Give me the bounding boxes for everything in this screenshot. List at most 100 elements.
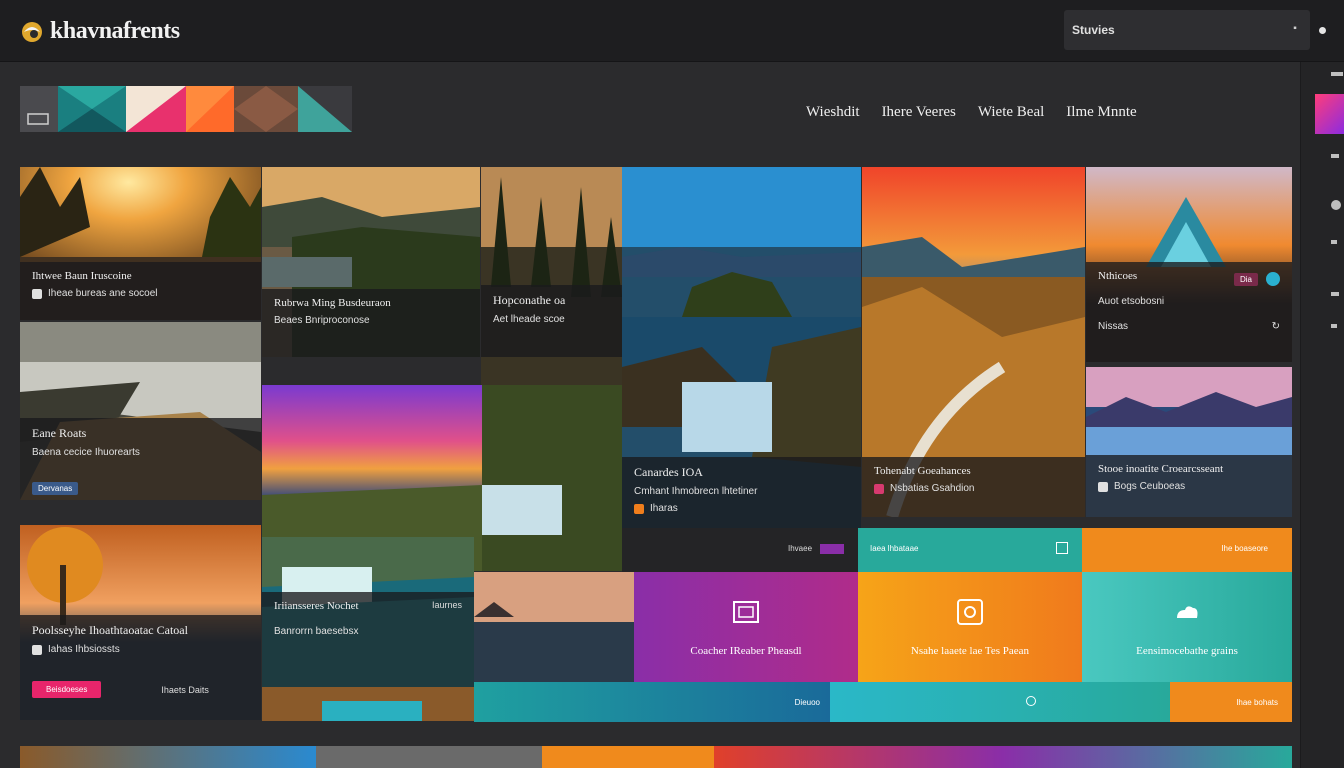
share-icon[interactable]: ↻ [1272,321,1280,332]
tile-subtitle: Bogs Ceuboeas [1114,481,1186,492]
status-badge[interactable]: Dervanas [32,482,79,495]
strip-seg-1[interactable] [20,746,316,768]
swatch-brown[interactable] [234,86,298,132]
tile-title: Hopconathe oa [493,293,566,307]
photo-tile-strip[interactable] [262,687,474,721]
main-nav: Wieshdit Ihere Veeres Wiete Beal Ilme Mn… [806,104,1137,121]
swatch-orange[interactable] [186,86,234,132]
nav-link-2[interactable]: Ihere Veeres [882,104,956,121]
sub-bar: Wieshdit Ihere Veeres Wiete Beal Ilme Mn… [0,62,1300,138]
panel-label: Iaea lhbataae [870,544,919,553]
edge-icon-3[interactable] [1331,240,1337,244]
tile-title: Eane Roats [32,426,87,440]
swatch-gray[interactable] [20,86,58,132]
photo-tile-sea[interactable] [474,572,634,682]
search-box[interactable]: Stuvies ▪ [1064,10,1310,50]
swatch-teal[interactable] [58,86,126,132]
swatch-aqua[interactable] [298,86,352,132]
tile-subtitle: Banrorrn baesebsx [274,626,359,637]
logo-text: khavnafrents [50,18,180,44]
category-tile-teal[interactable]: Eensimocebathe grains [1082,572,1292,682]
photo-image [262,687,474,721]
panel-teal[interactable]: Iaea lhbataae [858,528,1082,572]
image-icon [32,288,42,299]
edge-icon-1[interactable] [1331,154,1339,158]
photo-tile-2[interactable]: Rubrwa Ming Busdeuraon Beaes Bnriprocono… [262,167,480,357]
right-edge-panel [1300,62,1344,768]
panel-orange[interactable]: Ihe boaseore [1082,528,1292,572]
app-window: khavnafrents Stuvies ▪ Wieshdit Ihere Ve… [0,0,1344,768]
strip-seg-2[interactable] [316,746,542,768]
user-menu-button[interactable] [1312,20,1332,40]
photo-tile-7[interactable]: Nthicoes Dia Auot etsobosni Nissas ↻ [1086,167,1292,362]
edge-icon-2[interactable] [1331,200,1341,210]
strip-seg-3[interactable] [542,746,714,768]
edge-menu-icon[interactable] [1331,72,1343,76]
tile-subtitle: Auot etsobosni [1098,296,1165,307]
bottom-band-1[interactable]: Dieuoo [474,682,830,722]
image-icon [874,483,884,494]
photo-tile-9[interactable]: Poolsseyhe Ihoathtaoatac Catoal Iahas Ih… [20,525,261,720]
image-icon [32,644,42,655]
category-tile-orange[interactable]: Nsahe laaete lae Tes Paean [858,572,1082,682]
tile-title: Iriiansseres Nochet [274,600,359,612]
cloud-icon [1177,606,1198,618]
action-button[interactable]: Beisdoeses [32,681,102,698]
tile-subtitle: Cmhant Ihmobrecn lhtetiner [634,486,758,497]
tile-subtitle: Iahas Ihbsiossts [48,644,120,655]
swatch-cream[interactable] [126,86,186,132]
tile-meta: Iaurnes [431,600,462,610]
bottom-strip [20,746,1292,768]
band-label: Ihae bohats [1236,698,1278,707]
strip-seg-4[interactable] [714,746,1292,768]
nav-link-4[interactable]: Ilme Mnnte [1066,104,1136,121]
tile-subtitle: Beaes Bnriproconose [274,315,370,326]
tile-subtitle: Nsbatias Gsahdion [890,483,975,494]
tile-title: Ihtwee Baun Iruscoine [32,270,132,282]
bottom-band-3[interactable]: Ihae bohats [1170,682,1292,722]
panel-dark: Ihvaee [622,528,858,572]
photo-tile-8[interactable]: Stooe inoatite Croearcsseant Bogs Ceuboe… [1086,367,1292,517]
nav-link-1[interactable]: Wieshdit [806,104,860,121]
photo-tile-5[interactable]: Canardes IOA Cmhant Ihmobrecn lhtetiner … [622,167,861,572]
top-bar: khavnafrents Stuvies ▪ [0,0,1344,62]
status-badge[interactable]: Dia [1233,272,1258,286]
tile-subtitle: Aet lheade scoe [493,314,565,325]
image-icon [1098,481,1108,492]
search-input[interactable]: Stuvies [1072,23,1115,37]
photo-tile-1[interactable]: Ihtwee Baun Iruscoine Iheae bureas ane s… [20,167,261,320]
edge-accent-tile[interactable] [1315,94,1344,134]
photo-tile-10[interactable]: Iriiansseres Nochet Iaurnes Banrorrn bae… [262,537,474,687]
tile-meta: Nissas [1098,321,1129,332]
tile-subtitle: Iheae bureas ane socoel [48,288,158,299]
logo-icon [20,20,44,44]
photo-image [474,572,634,682]
edge-icon-5[interactable] [1331,324,1337,328]
photo-tile-6[interactable]: Tohenabt Goeahances Nsbatias Gsahdion [862,167,1085,517]
gallery-icon [733,601,759,623]
search-icon[interactable]: ▪ [1288,22,1302,36]
tile-title: Tohenabt Goeahances [874,465,971,477]
photo-tile-3[interactable]: Hopconathe oa Aet lheade scoe [481,167,622,385]
nav-link-3[interactable]: Wiete Beal [978,104,1044,121]
settings-icon[interactable] [1026,696,1036,706]
tile-title: Stooe inoatite Croearcsseant [1098,463,1224,475]
camera-icon [957,599,983,625]
info-icon[interactable] [1266,272,1280,286]
edge-icon-4[interactable] [1331,292,1339,296]
bottom-band-2[interactable] [830,682,1170,722]
expand-icon[interactable] [1056,542,1068,554]
category-label: Coacher IReaber Pheasdl [690,645,802,657]
panel-label: Ihvaee [788,544,813,553]
logo[interactable]: khavnafrents [20,18,180,45]
category-swatches [20,86,352,132]
tile-title: Poolsseyhe Ihoathtaoatac Catoal [32,623,188,637]
dot-icon [1319,27,1326,34]
photo-grid: Ihtwee Baun Iruscoine Iheae bureas ane s… [20,167,1292,723]
tag-icon[interactable] [820,544,844,554]
photo-tile-4[interactable]: Eane Roats Baena cecice Ihuorearts Derva… [20,322,261,500]
band-label: Dieuoo [794,698,820,707]
tile-meta: Iharas [650,503,678,514]
tile-title: Rubrwa Ming Busdeuraon [274,297,391,309]
category-tile-purple[interactable]: Coacher IReaber Pheasdl [634,572,858,682]
